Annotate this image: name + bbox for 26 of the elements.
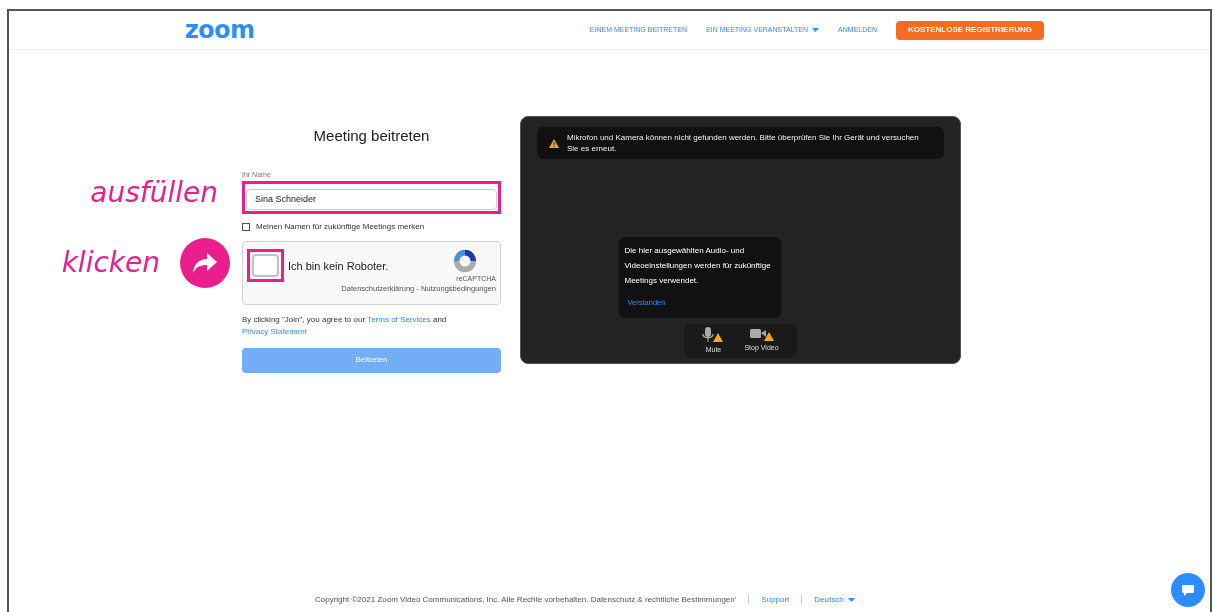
recaptcha-logo-icon — [452, 247, 478, 274]
support-link[interactable]: Support — [761, 593, 790, 606]
annotation-label: ausfüllen — [90, 179, 218, 207]
annotation-label: klicken — [61, 249, 160, 277]
copyright-text: Copyright ©2021 Zoom Video Communications, Inc. Alle Rechte vorbehalten. Datenschutz & rechtliche Bestimmungen' — [315, 593, 737, 606]
language-link[interactable]: Deutsch — [814, 593, 855, 606]
warning-text: Mikrofon und Kamera können nicht gefunden werden. Bitte überprüfen Sie Ihr Gerät und versuchen Sie es erneut. — [567, 132, 920, 154]
privacy-link[interactable]: Privacy Statement — [242, 326, 307, 336]
microphone-warning-icon — [702, 326, 725, 343]
chat-button[interactable] — [1171, 573, 1205, 607]
caret-icon — [847, 597, 855, 602]
captcha-checkbox[interactable] — [247, 249, 284, 283]
name-input-field[interactable]: Sina Schneider — [242, 181, 501, 214]
terms-text: By clicking "Join", you agree to our Terms of Services and Privacy Statement — [242, 313, 448, 338]
camera-warning-icon — [749, 326, 774, 341]
register-button[interactable]: KOSTENLOSE REGISTRIERUNG — [896, 20, 1044, 40]
terms-link[interactable]: Terms of Services — [367, 314, 431, 324]
caret-icon — [812, 28, 820, 32]
logo[interactable]: zoom — [185, 18, 255, 42]
remember-checkbox[interactable] — [242, 222, 250, 231]
warning-icon — [549, 138, 559, 148]
form-title: Meeting beitreten — [312, 126, 431, 146]
chat-icon — [1182, 584, 1194, 596]
remember-label: Meinen Namen für zukünftige Meetings merken — [256, 220, 425, 233]
tooltip-text: Die hier ausgewählten Audio- und Videoeinstellungen werden für zukünftige Meetings verwendet. — [624, 244, 772, 287]
captcha-label: Ich bin kein Roboter. — [288, 258, 389, 274]
